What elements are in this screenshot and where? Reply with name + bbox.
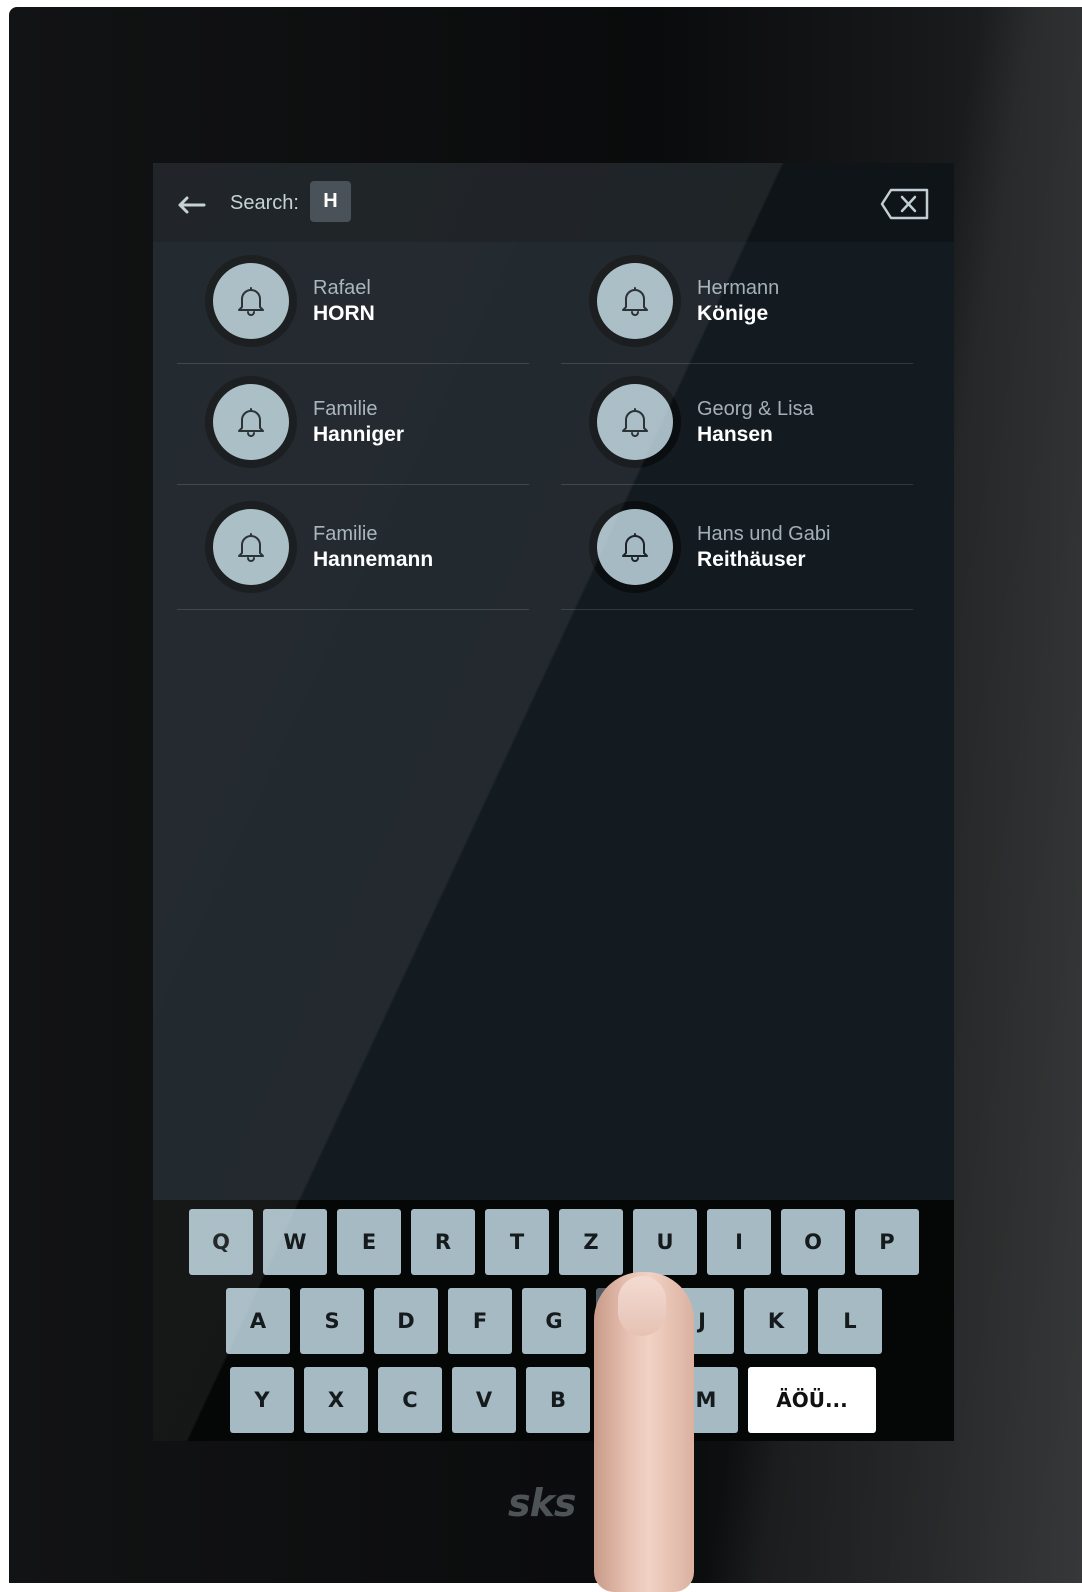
last-name: Hansen: [697, 423, 773, 446]
bell-icon: [238, 533, 264, 562]
first-name: Hans und Gabi: [697, 523, 831, 545]
search-header: Search: H: [153, 163, 954, 242]
key-p[interactable]: P: [855, 1209, 919, 1275]
first-name: Rafael: [313, 277, 371, 299]
arrow-left-icon: [178, 196, 206, 214]
bell-icon: [622, 408, 648, 437]
last-name: Reithäuser: [697, 548, 806, 571]
result-item[interactable]: Hans und Gabi Reithäuser: [561, 488, 913, 610]
call-button[interactable]: [205, 376, 297, 468]
backspace-icon: [880, 188, 929, 220]
result-item[interactable]: Rafael HORN: [177, 242, 529, 364]
key-umlauts[interactable]: ÄÖÜ...: [748, 1367, 876, 1433]
key-v[interactable]: V: [452, 1367, 516, 1433]
key-r[interactable]: R: [411, 1209, 475, 1275]
key-d[interactable]: D: [374, 1288, 438, 1354]
brand-logo: sks: [508, 1481, 577, 1525]
key-k[interactable]: K: [744, 1288, 808, 1354]
search-label: Search:: [230, 192, 299, 214]
last-name: HORN: [313, 302, 375, 325]
last-name: Könige: [697, 302, 769, 325]
fingernail: [618, 1276, 666, 1336]
clear-search-button[interactable]: [879, 187, 931, 221]
first-name: Hermann: [697, 277, 780, 299]
pressing-finger: [594, 1272, 694, 1592]
last-name: Hannemann: [313, 548, 434, 571]
key-g[interactable]: G: [522, 1288, 586, 1354]
last-name: Hanniger: [313, 423, 405, 446]
key-q[interactable]: Q: [189, 1209, 253, 1275]
key-t[interactable]: T: [485, 1209, 549, 1275]
first-name: Familie: [313, 398, 378, 420]
key-y[interactable]: Y: [230, 1367, 294, 1433]
call-button[interactable]: [589, 255, 681, 347]
key-c[interactable]: C: [378, 1367, 442, 1433]
key-o[interactable]: O: [781, 1209, 845, 1275]
call-button[interactable]: [589, 501, 681, 593]
result-item[interactable]: Familie Hannemann: [177, 488, 529, 610]
key-e[interactable]: E: [337, 1209, 401, 1275]
result-item[interactable]: Hermann Könige: [561, 242, 913, 364]
key-b[interactable]: B: [526, 1367, 590, 1433]
key-f[interactable]: F: [448, 1288, 512, 1354]
search-results: Rafael HORN Hermann Könige Familie Hanni…: [153, 242, 954, 1278]
bell-icon: [238, 408, 264, 437]
bell-icon: [622, 287, 648, 316]
key-i[interactable]: I: [707, 1209, 771, 1275]
key-a[interactable]: A: [226, 1288, 290, 1354]
search-query-chip[interactable]: H: [310, 181, 351, 222]
on-screen-keyboard: Q W E R T Z U I O P A S D F G H J K L Y …: [153, 1200, 954, 1441]
call-button[interactable]: [205, 501, 297, 593]
call-button[interactable]: [205, 255, 297, 347]
key-l[interactable]: L: [818, 1288, 882, 1354]
bell-icon: [238, 287, 264, 316]
key-x[interactable]: X: [304, 1367, 368, 1433]
first-name: Georg & Lisa: [697, 398, 814, 420]
first-name: Familie: [313, 523, 378, 545]
call-button[interactable]: [589, 376, 681, 468]
key-s[interactable]: S: [300, 1288, 364, 1354]
key-z[interactable]: Z: [559, 1209, 623, 1275]
back-button[interactable]: [171, 187, 211, 223]
key-u[interactable]: U: [633, 1209, 697, 1275]
touch-screen: Search: H Rafael HORN Hermann Könige Fam…: [153, 163, 954, 1441]
intercom-device: Search: H Rafael HORN Hermann Könige Fam…: [9, 7, 1082, 1583]
key-w[interactable]: W: [263, 1209, 327, 1275]
result-item[interactable]: Georg & Lisa Hansen: [561, 363, 913, 485]
bell-icon: [622, 533, 648, 562]
result-item[interactable]: Familie Hanniger: [177, 363, 529, 485]
